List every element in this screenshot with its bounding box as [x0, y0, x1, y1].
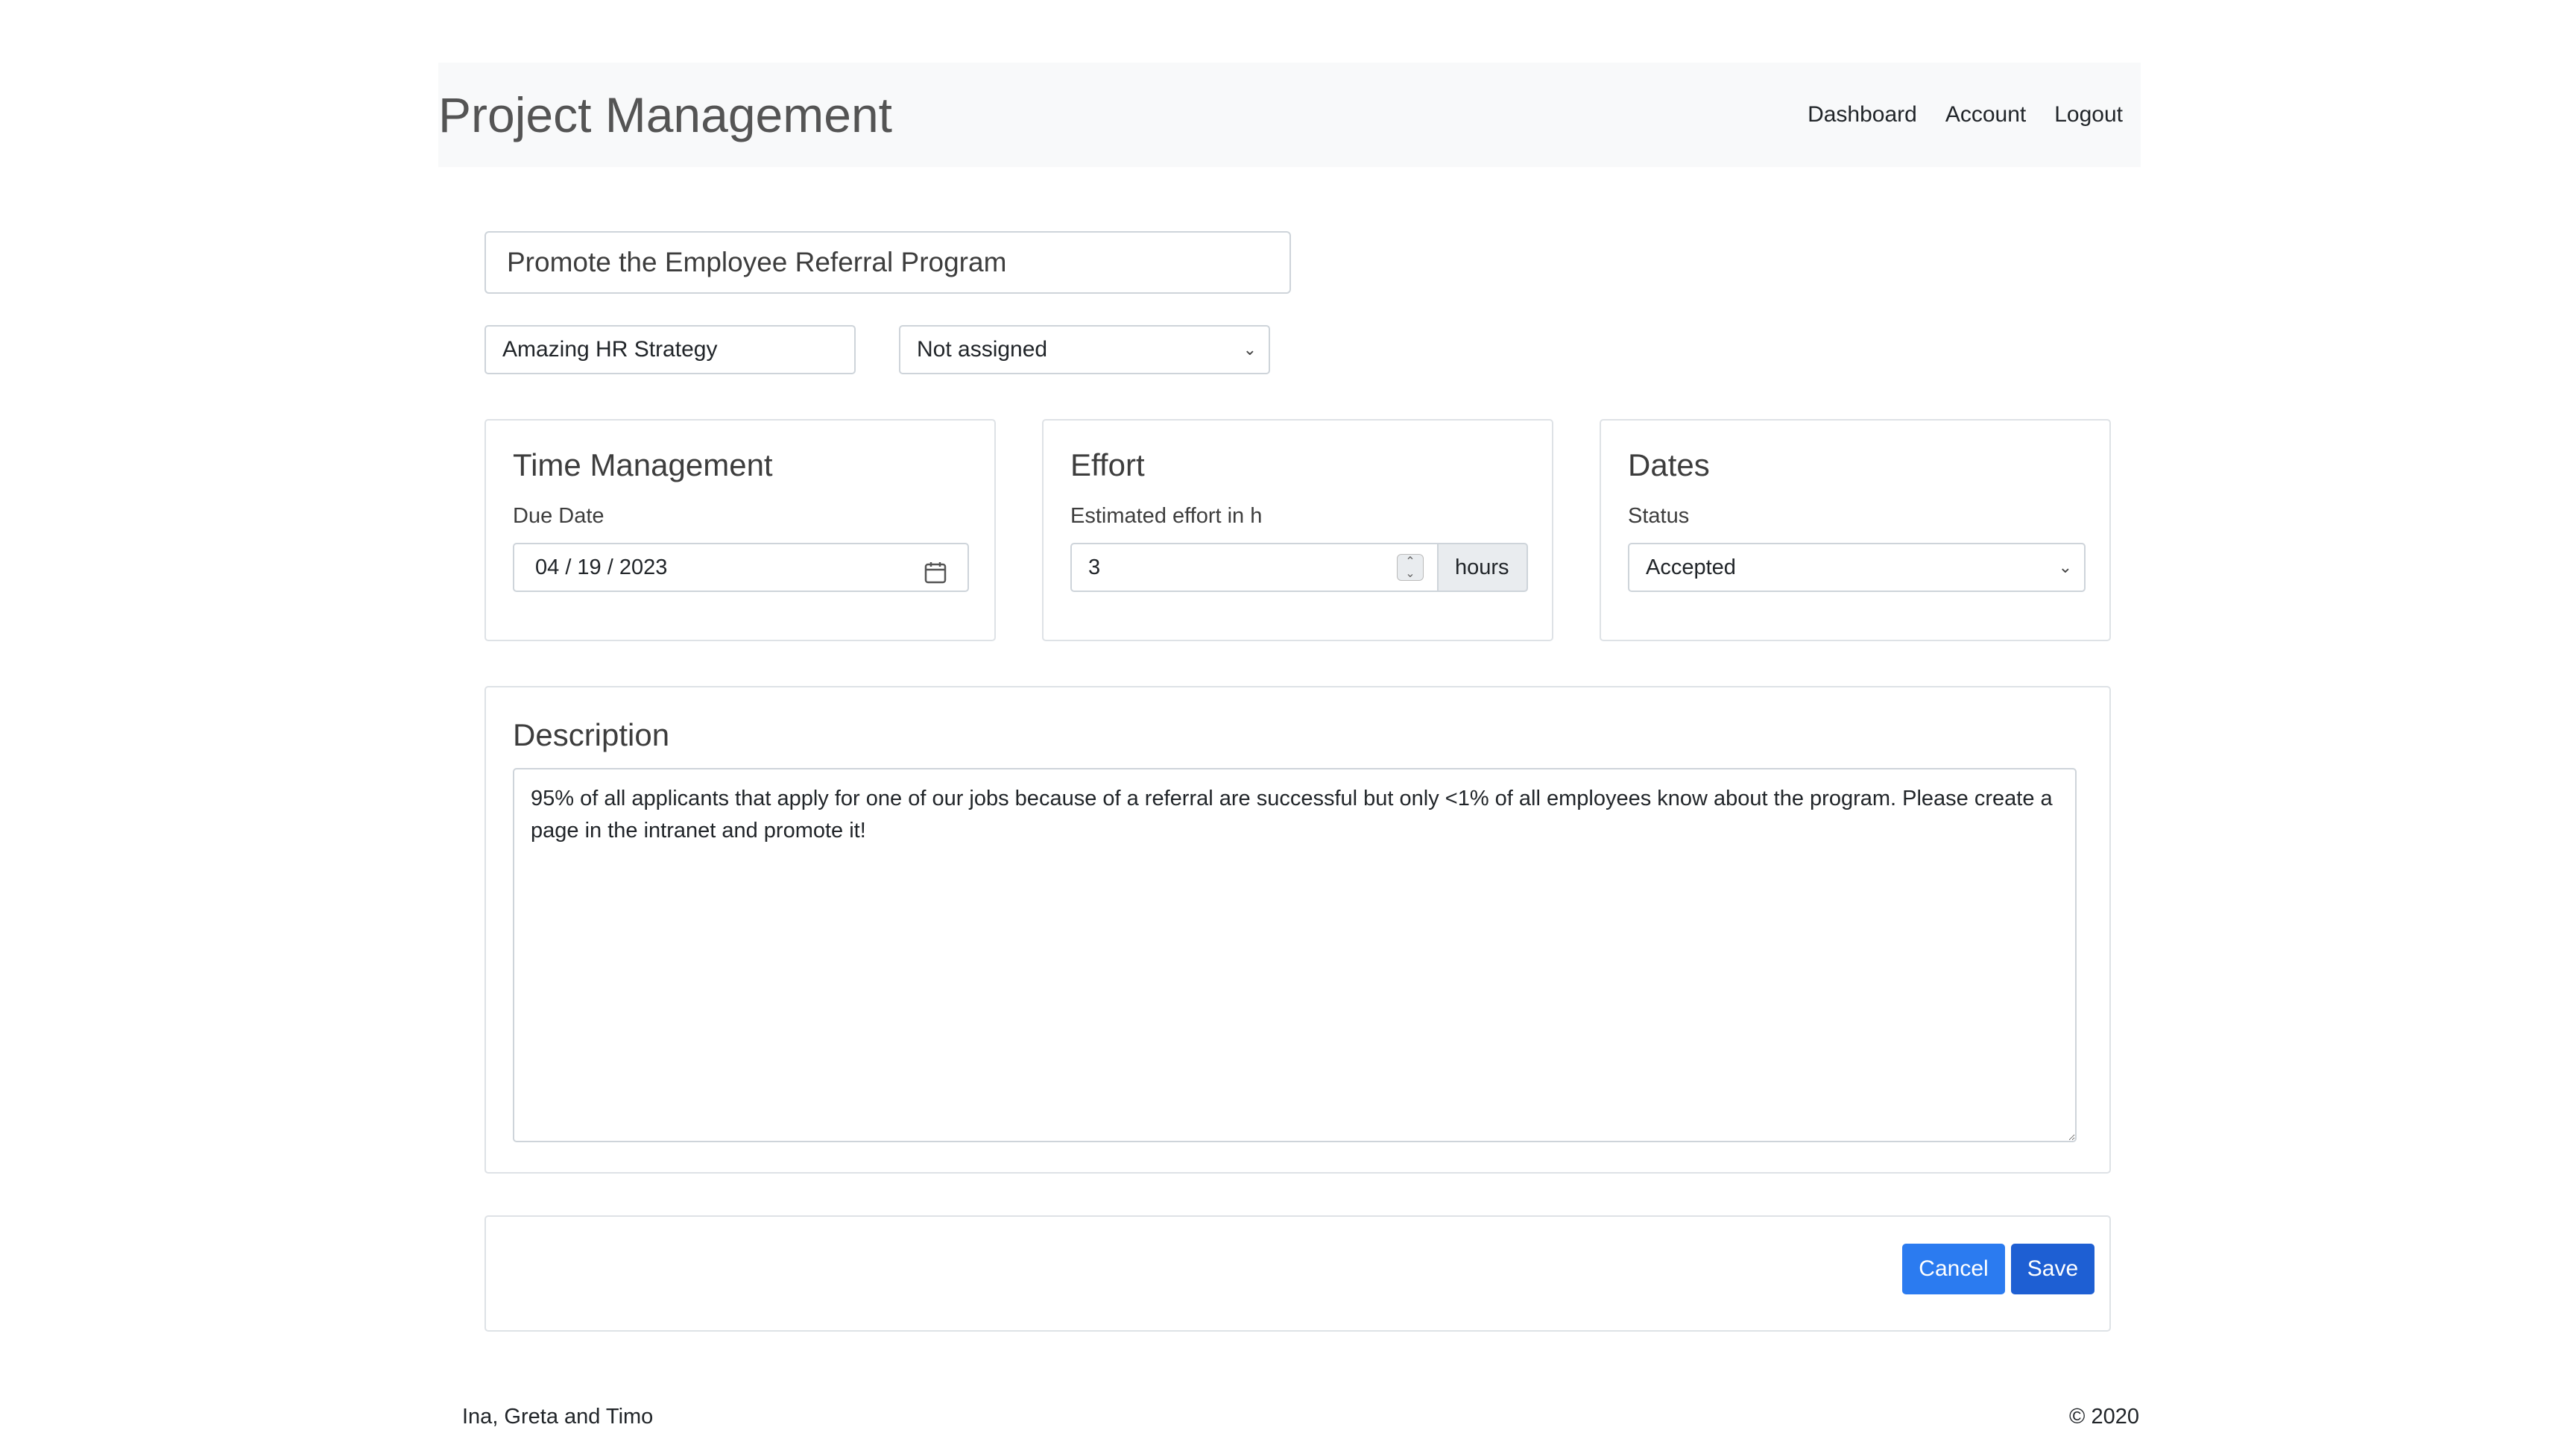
nav-link-logout[interactable]: Logout: [2054, 102, 2123, 127]
footer-authors: Ina, Greta and Timo: [462, 1405, 654, 1429]
top-navbar: Project Management Dashboard Account Log…: [438, 63, 2141, 167]
chevron-down-icon: ⌄: [2058, 558, 2072, 576]
status-label: Status: [1628, 504, 1690, 528]
status-select[interactable]: Accepted ⌄: [1628, 543, 2086, 592]
description-textarea[interactable]: 95% of all applicants that apply for one…: [513, 768, 2077, 1142]
due-date-value: 04 / 19 / 2023: [535, 555, 668, 579]
description-card: Description 95% of all applicants that a…: [484, 686, 2111, 1174]
effort-unit-addon: hours: [1439, 543, 1528, 592]
due-date-input[interactable]: 04 / 19 / 2023: [513, 543, 969, 592]
footer-copyright: © 2020: [2069, 1405, 2139, 1429]
nav-link-dashboard[interactable]: Dashboard: [1808, 102, 1917, 127]
time-management-card: Time Management Due Date 04 / 19 / 2023: [484, 419, 996, 641]
assignee-select[interactable]: Not assigned ⌄: [899, 325, 1270, 374]
time-management-heading: Time Management: [513, 447, 773, 482]
effort-heading: Effort: [1070, 447, 1145, 482]
status-select-value: Accepted: [1646, 555, 1736, 579]
effort-input[interactable]: 3 ⌃ ⌄: [1070, 543, 1439, 592]
assignee-select-value: Not assigned: [917, 337, 1048, 362]
due-date-label: Due Date: [513, 504, 604, 528]
effort-label: Estimated effort in h: [1070, 504, 1263, 528]
nav-link-account[interactable]: Account: [1945, 102, 2026, 127]
dates-heading: Dates: [1628, 447, 1710, 482]
project-input[interactable]: Amazing HR Strategy: [484, 325, 856, 374]
actions-card: Cancel Save: [484, 1215, 2111, 1332]
description-heading: Description: [513, 717, 670, 752]
calendar-icon[interactable]: [924, 555, 947, 601]
cancel-button[interactable]: Cancel: [1902, 1244, 2005, 1294]
chevron-down-icon: ⌄: [1243, 340, 1257, 359]
save-button[interactable]: Save: [2011, 1244, 2094, 1294]
brand-title[interactable]: Project Management: [438, 63, 892, 167]
task-title-input[interactable]: Promote the Employee Referral Program: [484, 231, 1291, 294]
effort-card: Effort Estimated effort in h 3 ⌃ ⌄ hours: [1042, 419, 1553, 641]
dates-card: Dates Status Accepted ⌄: [1600, 419, 2111, 641]
effort-value: 3: [1088, 555, 1101, 579]
nav-links: Dashboard Account Logout: [1808, 63, 2123, 167]
number-spinner[interactable]: ⌃ ⌄: [1397, 554, 1424, 581]
